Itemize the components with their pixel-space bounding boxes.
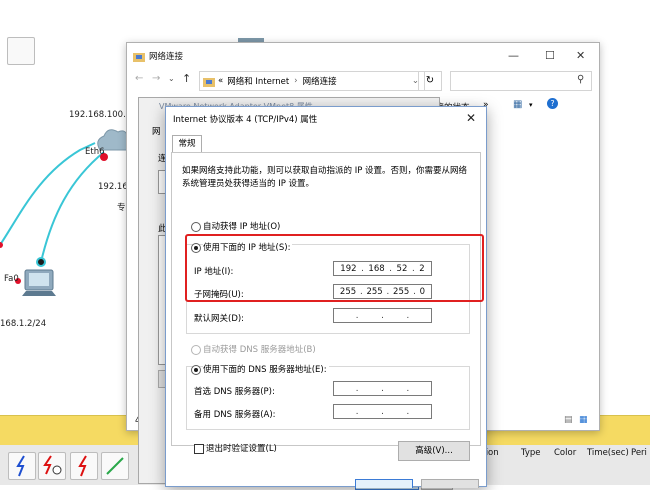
dialog-title: Internet 协议版本 4 (TCP/IPv4) 属性 (173, 115, 318, 125)
maximize-button[interactable]: ☐ (545, 49, 555, 62)
label-ip-top: 192.168.100. (69, 110, 126, 120)
search-input[interactable]: ⚲ (450, 71, 592, 91)
ok-button[interactable] (355, 479, 413, 488)
gateway-label: 默认网关(D): (194, 314, 245, 324)
connection-tool-2[interactable] (38, 452, 66, 480)
breadcrumb-prefix: « (218, 76, 224, 86)
advanced-button[interactable]: 高级(V)... (398, 441, 470, 461)
network-folder-icon (133, 52, 145, 62)
tab-general[interactable]: 常规 (172, 135, 202, 153)
pc-keyboard-icon (22, 291, 56, 296)
label-ip-bottom: 168.1.2/24 (0, 319, 47, 329)
manual-dns-group (186, 366, 470, 430)
label-fa0: Fa0 (4, 274, 19, 284)
breadcrumb-network-internet[interactable]: 网络和 Internet (227, 75, 289, 87)
help-icon[interactable]: ? (547, 98, 558, 109)
straight-cable-icon (106, 457, 124, 475)
link-cable-1 (0, 142, 96, 246)
minimize-button[interactable]: — (508, 49, 519, 62)
tool-button-1[interactable] (7, 37, 35, 65)
port-status-dot-3 (36, 257, 46, 267)
pdu-col-type: Type (521, 448, 541, 458)
connection-tool-4[interactable] (101, 452, 129, 480)
preferred-dns-label: 首选 DNS 服务器(P): (194, 387, 275, 397)
auto-ip-label[interactable]: 自动获得 IP 地址(O) (203, 220, 280, 232)
close-button[interactable]: ✕ (576, 49, 585, 62)
preferred-dns-input[interactable]: . . . (333, 381, 432, 396)
pdu-col-time: Time(sec) (587, 448, 629, 458)
connection-tool-1[interactable] (8, 452, 36, 480)
refresh-button[interactable]: ↻ (418, 71, 442, 91)
validate-label[interactable]: 退出时验证设置(L) (206, 442, 277, 454)
link-cable-2 (40, 151, 105, 263)
alternate-dns-label: 备用 DNS 服务器(A): (194, 410, 276, 420)
manual-dns-radio[interactable] (191, 365, 201, 375)
validate-checkbox[interactable] (194, 444, 204, 454)
breadcrumb-network-connections[interactable]: 网络连接 (303, 75, 337, 87)
explorer-title: 网络连接 (149, 52, 184, 62)
auto-dns-radio[interactable] (191, 345, 201, 355)
back-arrow-icon[interactable]: ← (135, 73, 143, 84)
pdu-col-periodic: Peri (631, 448, 647, 458)
connection-tool-3[interactable] (70, 452, 98, 480)
gateway-input[interactable]: . . . (333, 308, 432, 323)
label-eth6: Eth6 (85, 147, 105, 157)
lightning-clock-icon (43, 455, 62, 475)
dialog-close-icon[interactable]: ✕ (466, 111, 476, 125)
pc-screen (29, 273, 49, 286)
label-ip-mid: 192.16 (98, 182, 128, 192)
label-partial: 专 (117, 203, 126, 213)
highlight-annotation-box (185, 234, 484, 302)
alternate-dns-input[interactable]: . . . (333, 404, 432, 419)
cancel-button[interactable] (421, 479, 479, 488)
auto-ip-radio[interactable] (191, 222, 201, 232)
address-network-icon (203, 77, 215, 87)
search-icon: ⚲ (577, 74, 585, 85)
view-dropdown-icon[interactable]: ▾ (529, 101, 533, 109)
refresh-icon: ↻ (425, 75, 435, 86)
recent-chevron-icon[interactable]: ⌄ (168, 74, 175, 83)
tiles-view-icon[interactable]: ▦ (579, 415, 588, 425)
auto-dns-label[interactable]: 自动获得 DNS 服务器地址(B) (203, 343, 316, 355)
lightning-red-icon (78, 455, 87, 477)
view-options-icon[interactable]: ▦ (513, 99, 522, 110)
pdu-col-color: Color (554, 448, 577, 458)
manual-dns-label[interactable]: 使用下面的 DNS 服务器地址(E): (203, 363, 329, 375)
adapter-tab-letter: 网 (152, 127, 161, 137)
dialog-titlebar[interactable]: Internet 协议版本 4 (TCP/IPv4) 属性 (166, 107, 486, 131)
lightning-blue-icon (16, 455, 25, 477)
breadcrumb-separator: › (294, 76, 298, 86)
description-text: 如果网络支持此功能，则可以获取自动指派的 IP 设置。否则，你需要从网络系统管理… (182, 166, 468, 189)
address-bar[interactable]: « 网络和 Internet › 网络连接 ⌄ (199, 71, 425, 91)
up-arrow-icon[interactable]: ↑ (182, 72, 191, 85)
forward-arrow-icon[interactable]: → (152, 73, 160, 84)
explorer-titlebar[interactable]: 网络连接 (127, 43, 599, 69)
details-view-icon[interactable]: ▤ (564, 415, 573, 425)
